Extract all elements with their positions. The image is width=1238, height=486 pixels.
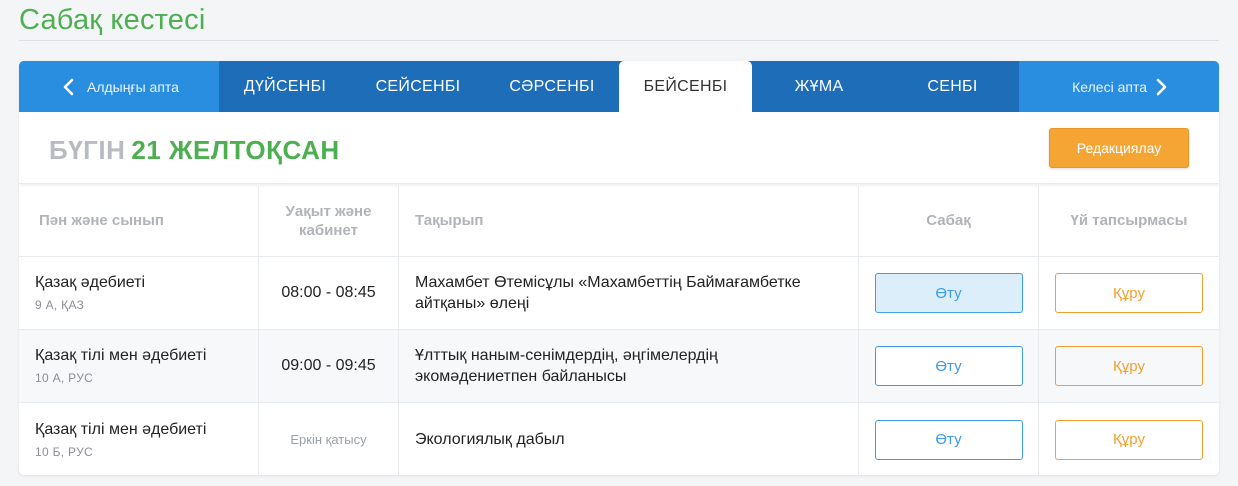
- tab-wednesday[interactable]: СӘРСЕНБІ: [485, 61, 619, 112]
- schedule-table: Пән және сынып Уақыт және кабинет Тақыры…: [19, 185, 1219, 475]
- go-to-lesson-button[interactable]: Өту: [874, 419, 1023, 460]
- week-tabbar: Алдыңғы апта ДҮЙСЕНБІ СЕЙСЕНБІ СӘРСЕНБІ …: [19, 61, 1219, 112]
- lesson-topic: Экологиялық дабыл: [415, 431, 565, 448]
- subject-cell: Қазақ тілі мен әдебиеті 10 А, РУС: [19, 330, 259, 402]
- homework-cell: Құру: [1039, 403, 1219, 475]
- today-date: БҮГІН 21 ЖЕЛТОҚСАН: [49, 135, 340, 166]
- header-time: Уақыт және кабинет: [259, 185, 399, 256]
- class-name: 9 А, ҚАЗ: [35, 298, 85, 312]
- next-week-label: Келесі апта: [1072, 78, 1147, 95]
- today-date-value: 21 ЖЕЛТОҚСАН: [131, 135, 340, 165]
- chevron-right-icon: [1156, 78, 1167, 96]
- class-name: 10 Б, РУС: [35, 444, 93, 459]
- table-header-row: Пән және сынып Уақыт және кабинет Тақыры…: [19, 185, 1219, 257]
- homework-cell: Құру: [1039, 330, 1219, 402]
- go-to-lesson-button[interactable]: Өту: [874, 346, 1023, 386]
- class-name: 10 А, РУС: [35, 371, 94, 385]
- tab-thursday[interactable]: БЕЙСЕНБІ: [619, 61, 752, 112]
- tab-monday[interactable]: ДҮЙСЕНБІ: [219, 61, 351, 112]
- create-homework-button[interactable]: Құру: [1055, 273, 1203, 313]
- lesson-topic: Махамбет Өтемісұлы «Махамбеттің Баймағам…: [415, 274, 801, 312]
- table-row: Қазақ тілі мен әдебиеті 10 А, РУС 09:00 …: [19, 330, 1219, 403]
- schedule-card: Алдыңғы апта ДҮЙСЕНБІ СЕЙСЕНБІ СӘРСЕНБІ …: [19, 61, 1219, 475]
- table-row: Қазақ тілі мен әдебиеті 10 Б, РУС Еркін …: [19, 403, 1219, 475]
- lesson-cell: Өту: [859, 257, 1039, 329]
- page-title: Сабақ кестесі: [19, 4, 206, 36]
- create-homework-button[interactable]: Құру: [1055, 419, 1203, 460]
- title-divider: [19, 40, 1219, 41]
- header-lesson: Сабақ: [859, 185, 1039, 256]
- next-week-button[interactable]: Келесі апта: [1019, 61, 1219, 112]
- today-header: БҮГІН 21 ЖЕЛТОҚСАН Редакциялау: [19, 112, 1219, 184]
- lesson-cell: Өту: [859, 330, 1039, 402]
- header-topic: Тақырып: [399, 185, 859, 256]
- topic-cell: Махамбет Өтемісұлы «Махамбеттің Баймағам…: [399, 257, 859, 329]
- lesson-cell: Өту: [859, 403, 1039, 475]
- subject-cell: Қазақ тілі мен әдебиеті 10 Б, РУС: [19, 403, 259, 475]
- tab-saturday[interactable]: СЕНБІ: [886, 61, 1019, 112]
- lesson-time: 08:00 - 08:45: [281, 284, 376, 301]
- tab-friday[interactable]: ЖҰМА: [752, 61, 886, 112]
- tab-tuesday[interactable]: СЕЙСЕНБІ: [351, 61, 485, 112]
- subject-name: Қазақ тілі мен әдебиеті: [35, 347, 207, 364]
- topic-cell: Экологиялық дабыл: [399, 403, 859, 475]
- prev-week-label: Алдыңғы апта: [87, 78, 179, 95]
- homework-cell: Құру: [1039, 257, 1219, 329]
- edit-button[interactable]: Редакциялау: [1049, 128, 1189, 168]
- subject-cell: Қазақ әдебиеті 9 А, ҚАЗ: [19, 257, 259, 329]
- chevron-left-icon: [63, 78, 74, 96]
- time-cell: 09:00 - 09:45: [259, 330, 399, 402]
- time-cell: 08:00 - 08:45: [259, 257, 399, 329]
- subject-name: Қазақ әдебиеті: [35, 274, 146, 291]
- table-row: Қазақ әдебиеті 9 А, ҚАЗ 08:00 - 08:45 Ма…: [19, 257, 1219, 330]
- topic-cell: Ұлттық наным-сенімдердің, әңгімелердің э…: [399, 330, 859, 402]
- prev-week-button[interactable]: Алдыңғы апта: [19, 61, 219, 112]
- time-cell: Еркін қатысу: [259, 403, 399, 475]
- lesson-time: Еркін қатысу: [290, 432, 367, 447]
- subject-name: Қазақ тілі мен әдебиеті: [35, 420, 207, 438]
- lesson-topic: Ұлттық наным-сенімдердің, әңгімелердің э…: [415, 347, 718, 385]
- header-homework: Үй тапсырмасы: [1070, 212, 1188, 229]
- lesson-time: 09:00 - 09:45: [281, 357, 376, 374]
- header-subject: Пән және сынып: [19, 185, 259, 256]
- today-prefix: БҮГІН: [49, 135, 126, 165]
- go-to-lesson-button[interactable]: Өту: [874, 273, 1023, 313]
- create-homework-button[interactable]: Құру: [1055, 346, 1203, 386]
